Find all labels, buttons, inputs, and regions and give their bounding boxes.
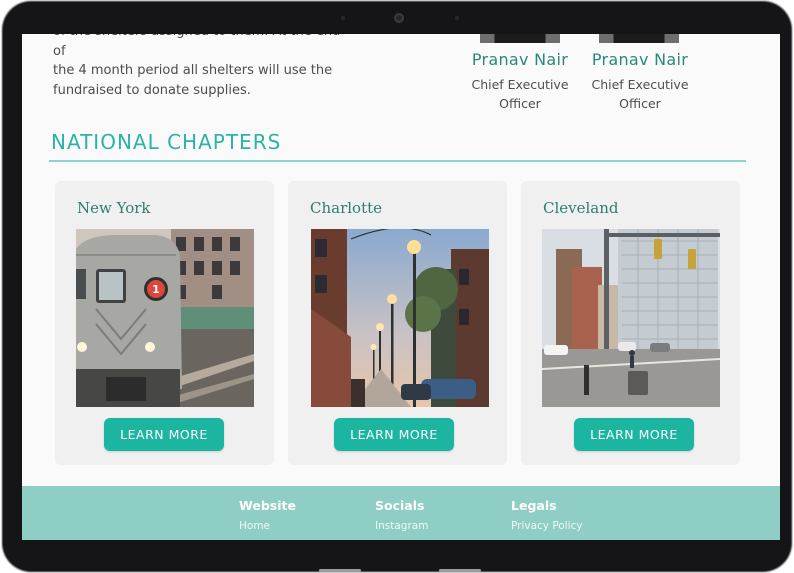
chapter-card-charlotte: Charlotte LEARN MORE xyxy=(288,181,507,465)
team-photo xyxy=(599,34,679,43)
team-member: Pranav Nair Chief Executive Officer xyxy=(460,50,580,113)
member-title-line: Officer xyxy=(499,96,541,111)
team-member: Pranav Nair Chief Executive Officer xyxy=(580,50,700,113)
member-name: Pranav Nair xyxy=(591,50,689,69)
footer-column-socials: Socials Instagram xyxy=(375,498,428,532)
tablet-frame: of the shelters assigned to them. At the… xyxy=(3,2,791,572)
chapter-title: Cleveland xyxy=(543,199,619,217)
power-button xyxy=(439,569,481,572)
footer-heading: Socials xyxy=(375,498,425,513)
footer-column-website: Website Home xyxy=(239,498,296,532)
city-intersection-photo xyxy=(542,229,720,407)
learn-more-button[interactable]: LEARN MORE xyxy=(104,418,224,451)
member-title-line: Chief Executive xyxy=(591,77,689,92)
chapter-title: Charlotte xyxy=(310,199,383,217)
section-heading: NATIONAL CHAPTERS xyxy=(51,130,282,154)
learn-more-button[interactable]: LEARN MORE xyxy=(334,418,454,451)
front-camera xyxy=(394,13,404,23)
team-photo xyxy=(480,34,560,43)
sensor-dot xyxy=(455,16,459,20)
chapter-card-cleveland: Cleveland LEARN MORE xyxy=(521,181,740,465)
member-title-line: Chief Executive xyxy=(471,77,569,92)
volume-button xyxy=(319,569,361,572)
street-lamps-illustration xyxy=(311,229,489,407)
footer-link-instagram[interactable]: Instagram xyxy=(375,520,428,532)
intro-line: fundraised to donate supplies. xyxy=(53,82,251,98)
intro-line: the 4 month period all shelters will use… xyxy=(53,63,333,78)
intro-paragraph: of the shelters assigned to them. At the… xyxy=(53,34,353,100)
subway-train-photo: 1 xyxy=(76,229,254,407)
subway-train-illustration: 1 xyxy=(76,229,254,407)
member-title-line: Officer xyxy=(619,96,661,111)
footer-heading: Website xyxy=(239,498,296,513)
screen: of the shelters assigned to them. At the… xyxy=(22,34,780,540)
sensor-dot xyxy=(341,16,345,20)
site-footer: Website Home Socials Instagram Legals Pr… xyxy=(22,486,780,540)
chapter-card-new-york: New York 1 LEARN MORE xyxy=(55,181,274,465)
svg-text:1: 1 xyxy=(152,283,160,296)
intro-line: of the shelters assigned to them. At the… xyxy=(53,34,340,59)
learn-more-button[interactable]: LEARN MORE xyxy=(574,418,694,451)
member-title: Chief Executive Officer xyxy=(580,75,700,113)
street-lamps-photo xyxy=(311,229,489,407)
footer-column-legals: Legals Privacy Policy xyxy=(511,498,583,532)
member-name: Pranav Nair xyxy=(471,50,569,69)
footer-heading: Legals xyxy=(511,498,557,513)
city-intersection-illustration xyxy=(542,229,720,407)
section-divider xyxy=(49,160,746,162)
member-title: Chief Executive Officer xyxy=(460,75,580,113)
footer-link-home[interactable]: Home xyxy=(239,520,296,532)
footer-link-privacy-policy[interactable]: Privacy Policy xyxy=(511,520,583,532)
chapter-title: New York xyxy=(77,199,151,217)
